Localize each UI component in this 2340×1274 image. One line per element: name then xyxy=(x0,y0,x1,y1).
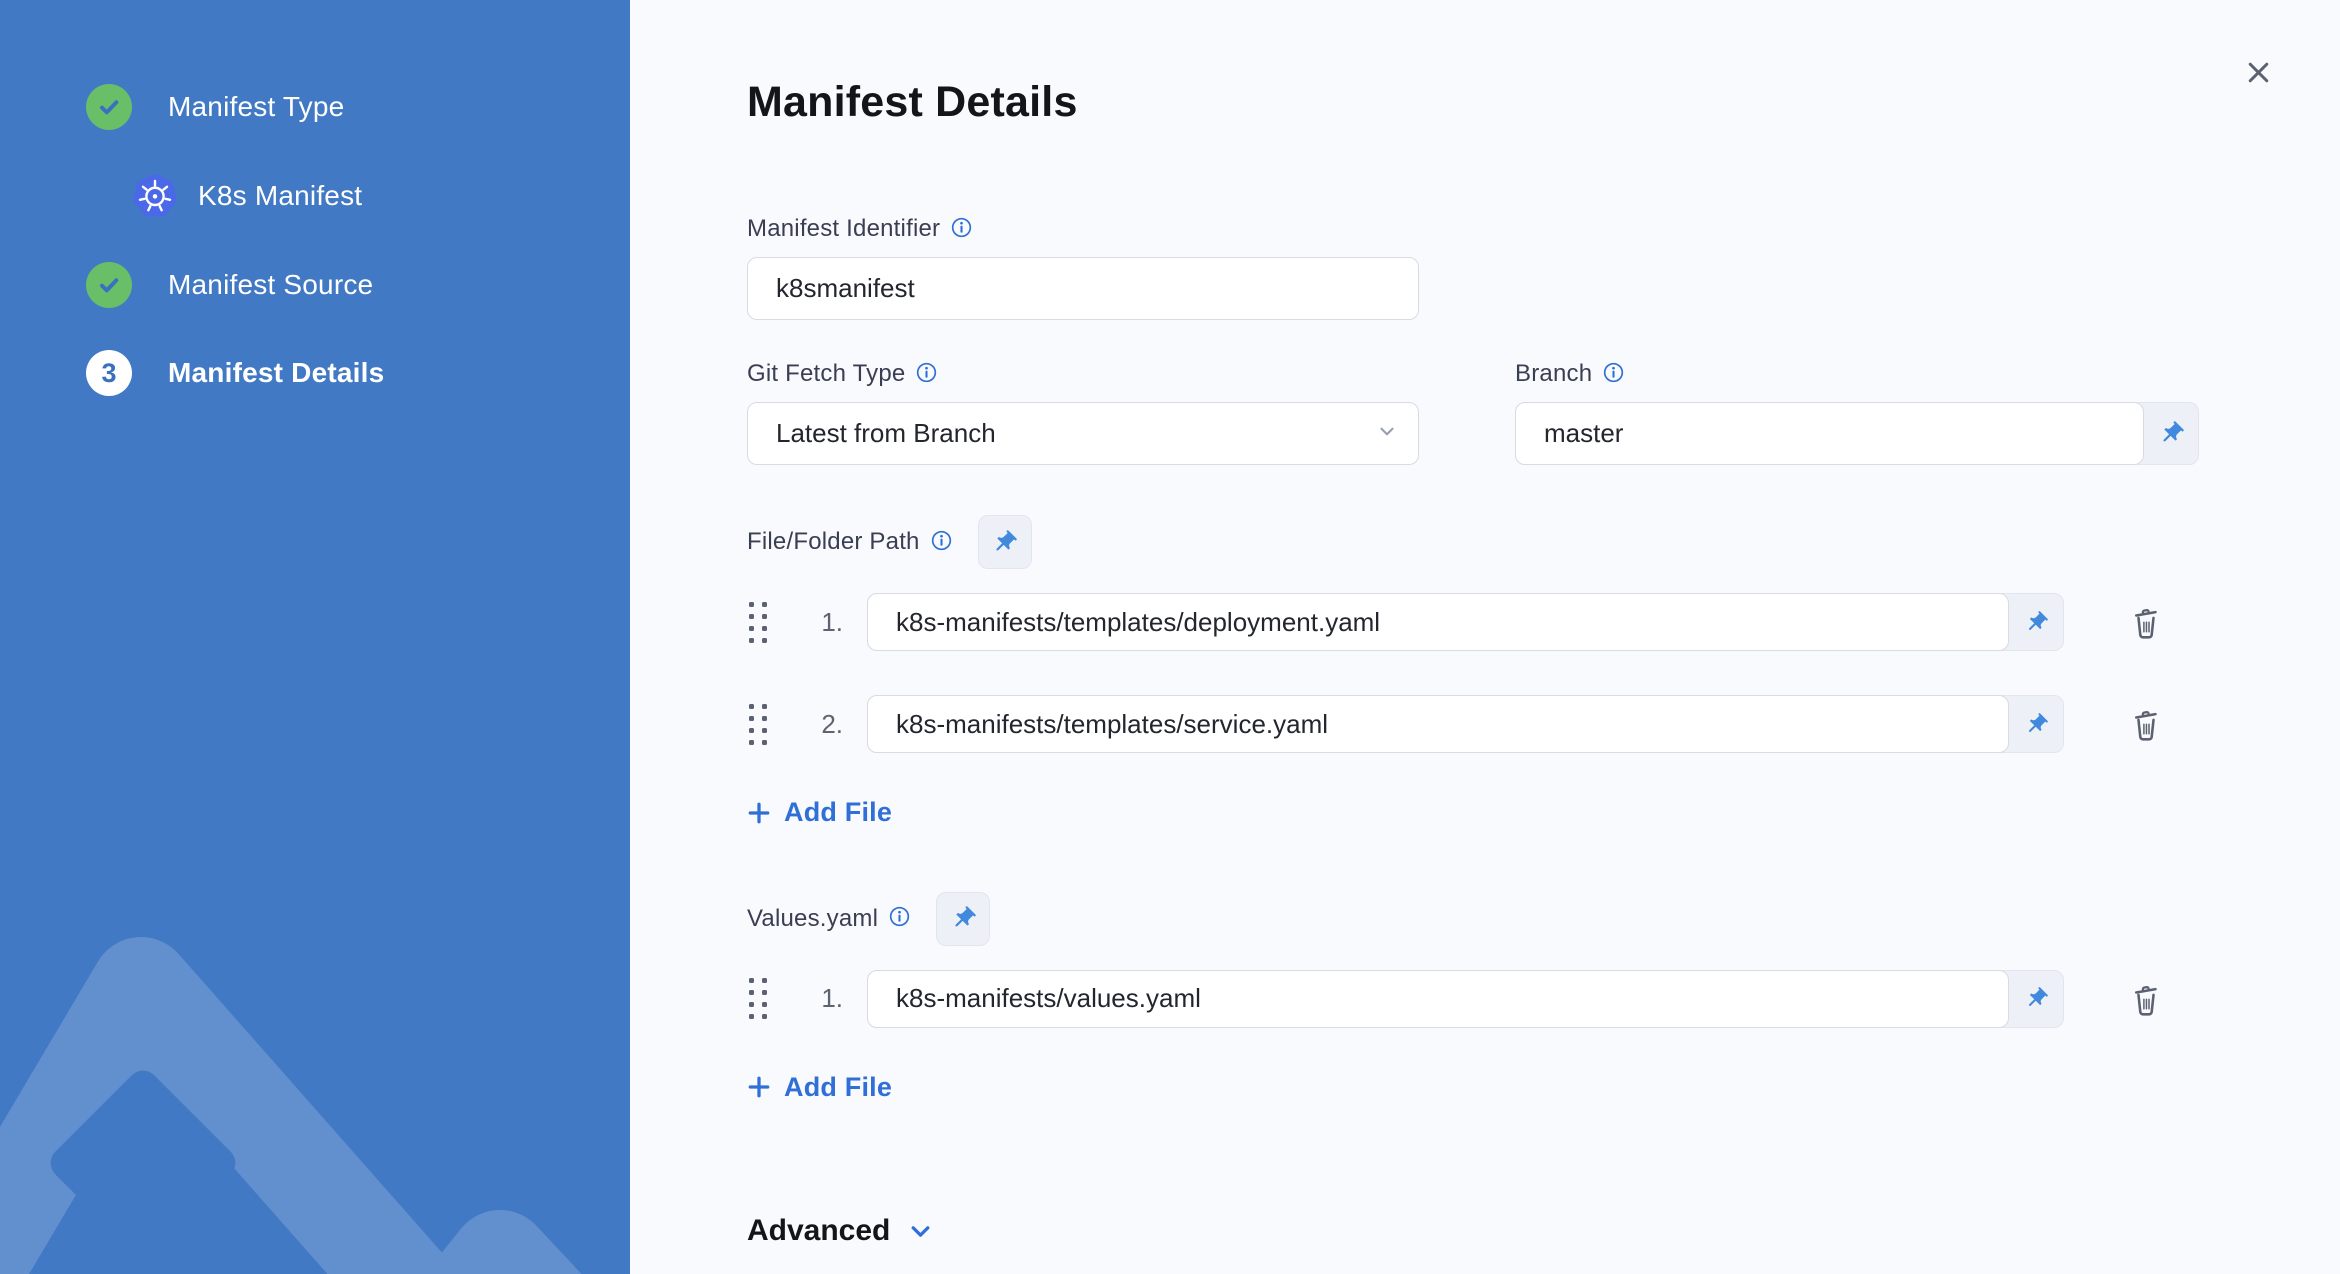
wizard-steps: Manifest Type K8s Manifest Manifest Sour… xyxy=(0,0,630,396)
plus-icon xyxy=(748,802,770,823)
row-index: 1. xyxy=(821,983,843,1013)
git-fetch-type-select[interactable]: Latest from Branch xyxy=(747,402,1419,465)
drag-handle[interactable] xyxy=(749,978,767,1019)
sidebar-step-manifest-details[interactable]: 3 Manifest Details xyxy=(86,350,630,396)
wizard-sidebar: Manifest Type K8s Manifest Manifest Sour… xyxy=(0,0,630,1274)
file-path-row: 2. xyxy=(747,695,2340,753)
substep-label: K8s Manifest xyxy=(198,180,363,211)
info-icon[interactable] xyxy=(916,362,937,383)
check-icon xyxy=(100,100,119,115)
values-path-input[interactable] xyxy=(867,969,2009,1028)
values-path-row: 1. xyxy=(747,969,2340,1028)
pin-toggle-button[interactable] xyxy=(936,891,991,946)
pin-icon xyxy=(955,906,976,927)
row-index: 1. xyxy=(821,606,843,637)
pin-icon xyxy=(996,529,1017,550)
manifest-details-dialog: Manifest Type K8s Manifest Manifest Sour… xyxy=(0,0,2340,1274)
add-file-button[interactable]: Add File xyxy=(747,797,892,828)
delete-row-button[interactable] xyxy=(2124,600,2168,644)
step-label: Manifest Details xyxy=(168,357,385,388)
branch-field: Branch xyxy=(1515,360,2199,465)
file-path-input[interactable] xyxy=(867,593,2009,651)
step-label: Manifest Type xyxy=(168,91,345,122)
sidebar-step-manifest-type[interactable]: Manifest Type xyxy=(86,84,630,130)
delete-row-button[interactable] xyxy=(2124,977,2168,1021)
add-file-label: Add File xyxy=(784,797,893,827)
add-file-label: Add File xyxy=(784,1071,893,1102)
pin-icon[interactable] xyxy=(2009,594,2063,650)
check-icon xyxy=(100,278,119,293)
git-fetch-type-field: Git Fetch Type Latest from Branch xyxy=(747,360,1419,465)
step-number-badge: 3 xyxy=(86,350,132,396)
git-fetch-type-value: Latest from Branch xyxy=(776,418,996,448)
add-file-button[interactable]: Add File xyxy=(747,1072,892,1103)
manifest-identifier-input[interactable] xyxy=(747,257,1419,320)
info-icon[interactable] xyxy=(1603,362,1624,383)
dialog-body: Manifest Details Manifest Identifier k8s… xyxy=(630,0,2340,1274)
file-path-input-group xyxy=(867,695,2064,753)
values-path-input-group xyxy=(867,969,2064,1028)
pin-icon[interactable] xyxy=(2009,696,2063,752)
advanced-section-toggle[interactable]: Advanced xyxy=(747,1214,2340,1248)
step-complete-badge xyxy=(86,262,132,308)
row-index: 2. xyxy=(821,708,843,739)
file-path-row: 1. xyxy=(747,593,2340,651)
branch-label: Branch xyxy=(1515,360,1593,387)
advanced-label: Advanced xyxy=(747,1214,891,1247)
git-fetch-type-label: Git Fetch Type xyxy=(747,360,906,387)
info-icon[interactable] xyxy=(889,906,910,927)
file-folder-path-label: File/Folder Path xyxy=(747,528,920,555)
kubernetes-icon xyxy=(133,173,177,217)
branch-input-group xyxy=(1515,402,2199,465)
drag-handle[interactable] xyxy=(749,601,767,643)
trash-icon xyxy=(2134,985,2157,1016)
step-complete-badge xyxy=(86,84,132,130)
branch-input[interactable] xyxy=(1515,402,2144,465)
page-title: Manifest Details xyxy=(747,78,1078,126)
trash-icon xyxy=(2134,609,2157,639)
step-label: Manifest Source xyxy=(168,269,374,300)
chevron-down-icon xyxy=(911,1225,930,1237)
trash-icon xyxy=(2134,711,2157,741)
sidebar-step-manifest-source[interactable]: Manifest Source xyxy=(86,262,630,308)
plus-icon xyxy=(748,1076,770,1098)
close-icon[interactable] xyxy=(2236,50,2280,94)
sidebar-substep-k8s-manifest[interactable]: K8s Manifest xyxy=(86,172,630,220)
manifest-identifier-label: Manifest Identifier xyxy=(747,215,941,242)
delete-row-button[interactable] xyxy=(2124,702,2168,746)
harness-logo-watermark xyxy=(0,937,582,1274)
info-icon[interactable] xyxy=(951,217,972,238)
file-path-input[interactable] xyxy=(867,695,2009,753)
pin-toggle-button[interactable] xyxy=(977,515,1032,569)
info-icon[interactable] xyxy=(931,530,952,551)
drag-handle[interactable] xyxy=(749,703,767,745)
pin-icon[interactable] xyxy=(2009,971,2063,1027)
file-path-input-group xyxy=(867,593,2064,651)
values-yaml-label: Values.yaml xyxy=(747,904,879,932)
pin-icon[interactable] xyxy=(2144,403,2198,464)
chevron-down-icon xyxy=(1376,418,1398,449)
